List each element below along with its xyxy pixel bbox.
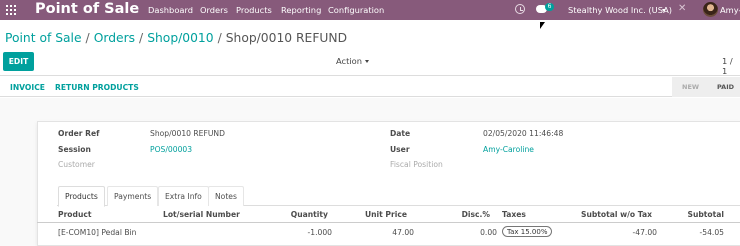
session-label: Session bbox=[58, 145, 91, 154]
user-label: User bbox=[390, 145, 410, 154]
row-discount[interactable]: 0.00 bbox=[455, 228, 497, 237]
breadcrumb: Point of Sale / Orders / Shop/0010/Shop/0010… bbox=[5, 31, 347, 45]
session-link[interactable]: POS/00003 bbox=[150, 145, 192, 154]
edit-button[interactable]: EDIT bbox=[3, 52, 34, 71]
tab-payments[interactable]: Payments bbox=[107, 186, 159, 206]
table-header-divider bbox=[37, 222, 740, 223]
order-ref-value: Shop/0010 REFUND bbox=[150, 129, 225, 138]
invoice-button[interactable]: INVOICE bbox=[10, 83, 45, 92]
app-brand[interactable]: Point of Sale bbox=[35, 1, 139, 17]
breadcrumb-separator: / bbox=[139, 31, 144, 45]
menu-configuration[interactable]: Configuration bbox=[328, 5, 384, 15]
menu-dashboard[interactable]: Dashboard bbox=[148, 5, 193, 15]
column-header-taxes[interactable]: Taxes bbox=[502, 210, 526, 219]
top-navbar: Point of Sale Dashboard Orders Products … bbox=[0, 0, 740, 20]
column-header-quantity[interactable]: Quantity bbox=[280, 210, 328, 219]
column-header-discount[interactable]: Disc.% bbox=[450, 210, 490, 219]
date-label: Date bbox=[390, 129, 411, 138]
row-quantity[interactable]: -1.000 bbox=[282, 228, 332, 237]
user-menu[interactable]: Amy-Caroline bbox=[720, 5, 740, 15]
order-ref-label: Order Ref bbox=[58, 129, 100, 138]
activity-clock-icon[interactable] bbox=[515, 4, 525, 14]
user-avatar[interactable] bbox=[703, 2, 718, 17]
pager-counter[interactable]: 1 / 1 bbox=[722, 56, 740, 76]
debug-tools-icon[interactable]: ✕ bbox=[678, 3, 686, 14]
stage-new[interactable]: NEW bbox=[682, 83, 699, 91]
chevron-down-icon bbox=[662, 9, 666, 12]
column-header-subtotal[interactable]: Subtotal bbox=[670, 210, 724, 219]
company-switcher[interactable]: Stealthy Wood Inc. (USA) bbox=[568, 5, 672, 15]
row-tax-badge: Tax 15.00% bbox=[502, 226, 553, 237]
tab-extra-info[interactable]: Extra Info bbox=[158, 186, 209, 206]
action-dropdown[interactable]: Action bbox=[336, 56, 369, 66]
status-stages: NEW PAID bbox=[672, 77, 740, 97]
breadcrumb-separator: / bbox=[217, 31, 222, 45]
breadcrumb-separator: / bbox=[85, 31, 90, 45]
row-product[interactable]: [E-COM10] Pedal Bin bbox=[58, 228, 136, 237]
breadcrumb-orders[interactable]: Orders bbox=[94, 31, 135, 45]
breadcrumb-current: Shop/0010 REFUND bbox=[225, 31, 348, 45]
tab-notes[interactable]: Notes bbox=[208, 186, 244, 206]
menu-products[interactable]: Products bbox=[236, 5, 272, 15]
column-header-subtotal-wo-tax[interactable]: Subtotal w/o Tax bbox=[565, 210, 652, 219]
column-header-lot[interactable]: Lot/serial Number bbox=[163, 210, 240, 219]
form-statusbar: INVOICE RETURN PRODUCTS NEW PAID bbox=[0, 77, 740, 97]
column-header-product[interactable]: Product bbox=[58, 210, 92, 219]
user-link[interactable]: Amy-Caroline bbox=[483, 145, 534, 154]
menu-orders[interactable]: Orders bbox=[200, 5, 228, 15]
menu-reporting[interactable]: Reporting bbox=[281, 5, 321, 15]
row-subtotal-wo-tax: -47.00 bbox=[632, 228, 657, 237]
row-subtotal: -54.05 bbox=[699, 228, 724, 237]
notebook-tabs: Products Payments Extra Info Notes bbox=[57, 186, 740, 207]
row-unit-price[interactable]: 47.00 bbox=[370, 228, 414, 237]
breadcrumb-shop-order[interactable]: Shop/0010 bbox=[147, 31, 213, 45]
column-header-unit-price[interactable]: Unit Price bbox=[350, 210, 407, 219]
control-panel: Point of Sale / Orders / Shop/0010/Shop/0010… bbox=[0, 20, 740, 76]
action-label: Action bbox=[336, 56, 362, 66]
fiscal-position-label: Fiscal Position bbox=[390, 160, 443, 169]
date-value: 02/05/2020 11:46:48 bbox=[483, 129, 564, 138]
chat-count-badge: 6 bbox=[545, 3, 554, 11]
breadcrumb-point-of-sale[interactable]: Point of Sale bbox=[5, 31, 82, 45]
tab-products[interactable]: Products bbox=[58, 186, 105, 207]
return-products-button[interactable]: RETURN PRODUCTS bbox=[55, 83, 139, 92]
customer-label: Customer bbox=[58, 160, 95, 169]
stage-paid[interactable]: PAID bbox=[717, 83, 734, 91]
chevron-down-icon bbox=[365, 60, 369, 63]
apps-menu-icon[interactable] bbox=[6, 5, 16, 15]
